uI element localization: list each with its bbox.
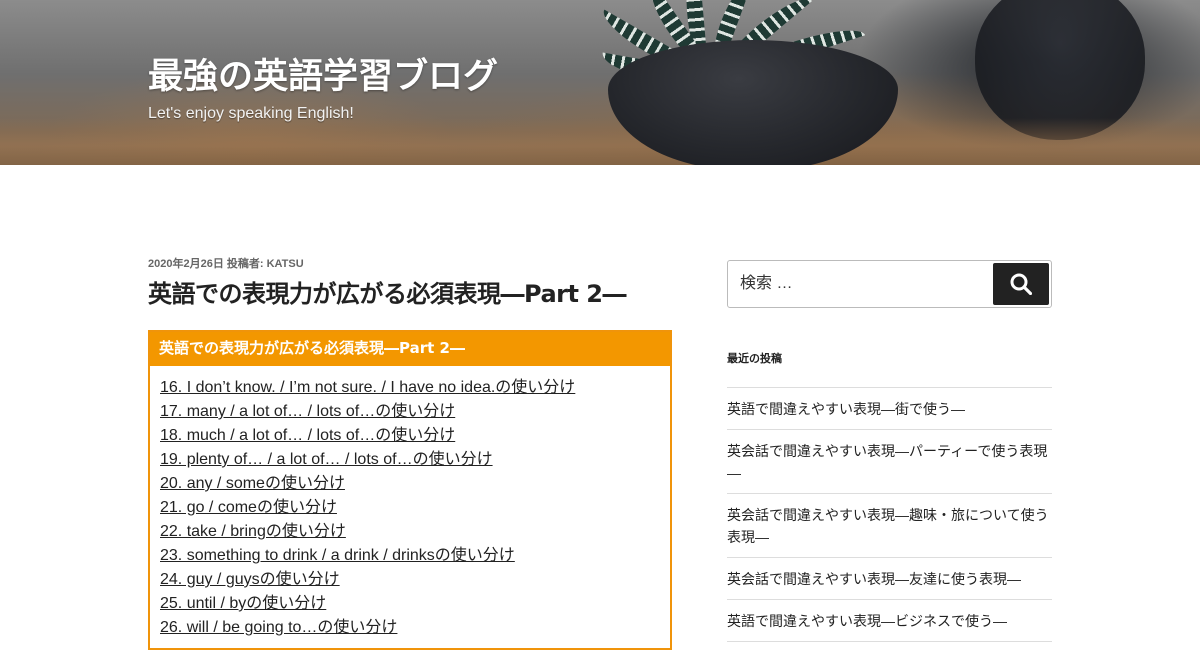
toc-link[interactable]: 17. many / a lot of… / lots of…の使い分け <box>160 403 455 420</box>
site-title[interactable]: 最強の英語学習ブログ <box>148 48 498 99</box>
list-item: 23. something to drink / a drink / drink… <box>160 544 670 568</box>
list-item: 25. until / byの使い分け <box>160 592 670 616</box>
list-item: 22. take / bringの使い分け <box>160 520 670 544</box>
list-item: 17. many / a lot of… / lots of…の使い分け <box>160 400 670 424</box>
list-item: 英会話で間違えやすい表現―パーティーで使う表現― <box>727 430 1052 494</box>
post-title: 英語での表現力が広がる必須表現―Part 2― <box>148 280 627 308</box>
toc-link[interactable]: 18. much / a lot of… / lots of…の使い分け <box>160 427 455 444</box>
list-item: 24. guy / guysの使い分け <box>160 568 670 592</box>
toc-link[interactable]: 22. take / bringの使い分け <box>160 523 346 540</box>
list-item: 20. any / someの使い分け <box>160 472 670 496</box>
list-item: 26. will / be going to…の使い分け <box>160 616 670 640</box>
toc-link[interactable]: 26. will / be going to…の使い分け <box>160 619 397 636</box>
toc-heading: 英語での表現力が広がる必須表現―Part 2― <box>150 332 670 366</box>
recent-posts-title: 最近の投稿 <box>727 353 782 365</box>
toc-link[interactable]: 25. until / byの使い分け <box>160 595 326 612</box>
toc-list: 16. I don’t know. / I’m not sure. / I ha… <box>150 366 670 640</box>
list-item: 18. much / a lot of… / lots of…の使い分け <box>160 424 670 448</box>
site-header: 最強の英語学習ブログ Let's enjoy speaking English! <box>0 0 1200 165</box>
toc-link[interactable]: 23. something to drink / a drink / drink… <box>160 547 515 564</box>
recent-post-link[interactable]: 英語で間違えやすい表現―街で使う― <box>727 401 965 417</box>
list-item: 英語で間違えやすい表現―ビジネスで使う― <box>727 600 1052 642</box>
search-icon <box>1010 273 1032 295</box>
search-input[interactable] <box>728 261 988 307</box>
toc-link[interactable]: 21. go / comeの使い分け <box>160 499 337 516</box>
list-item: 19. plenty of… / a lot of… / lots of…の使い… <box>160 448 670 472</box>
list-item: 英語で間違えやすい表現―街で使う― <box>727 388 1052 430</box>
recent-post-link[interactable]: 英会話で間違えやすい表現―趣味・旅について使う表現― <box>727 507 1049 545</box>
list-item: 英会話で間違えやすい表現―趣味・旅について使う表現― <box>727 494 1052 558</box>
post-meta[interactable]: 2020年2月26日 投稿者: KATSU <box>148 255 304 271</box>
recent-posts-list: 英語で間違えやすい表現―街で使う― 英会話で間違えやすい表現―パーティーで使う表… <box>727 387 1052 642</box>
recent-post-link[interactable]: 英会話で間違えやすい表現―パーティーで使う表現― <box>727 443 1047 481</box>
table-of-contents: 英語での表現力が広がる必須表現―Part 2― 16. I don’t know… <box>148 330 672 650</box>
list-item: 英会話で間違えやすい表現―友達に使う表現― <box>727 558 1052 600</box>
recent-post-link[interactable]: 英会話で間違えやすい表現―友達に使う表現― <box>727 571 1021 587</box>
toc-link[interactable]: 24. guy / guysの使い分け <box>160 571 340 588</box>
toc-link[interactable]: 19. plenty of… / a lot of… / lots of…の使い… <box>160 451 493 468</box>
toc-link[interactable]: 20. any / someの使い分け <box>160 475 345 492</box>
list-item: 16. I don’t know. / I’m not sure. / I ha… <box>160 376 670 400</box>
site-description: Let's enjoy speaking English! <box>148 105 354 122</box>
toc-link[interactable]: 16. I don’t know. / I’m not sure. / I ha… <box>160 379 575 396</box>
list-item: 21. go / comeの使い分け <box>160 496 670 520</box>
header-image-pot <box>608 40 898 165</box>
search-form <box>727 260 1052 308</box>
search-button[interactable] <box>993 263 1049 305</box>
recent-post-link[interactable]: 英語で間違えやすい表現―ビジネスで使う― <box>727 613 1007 629</box>
